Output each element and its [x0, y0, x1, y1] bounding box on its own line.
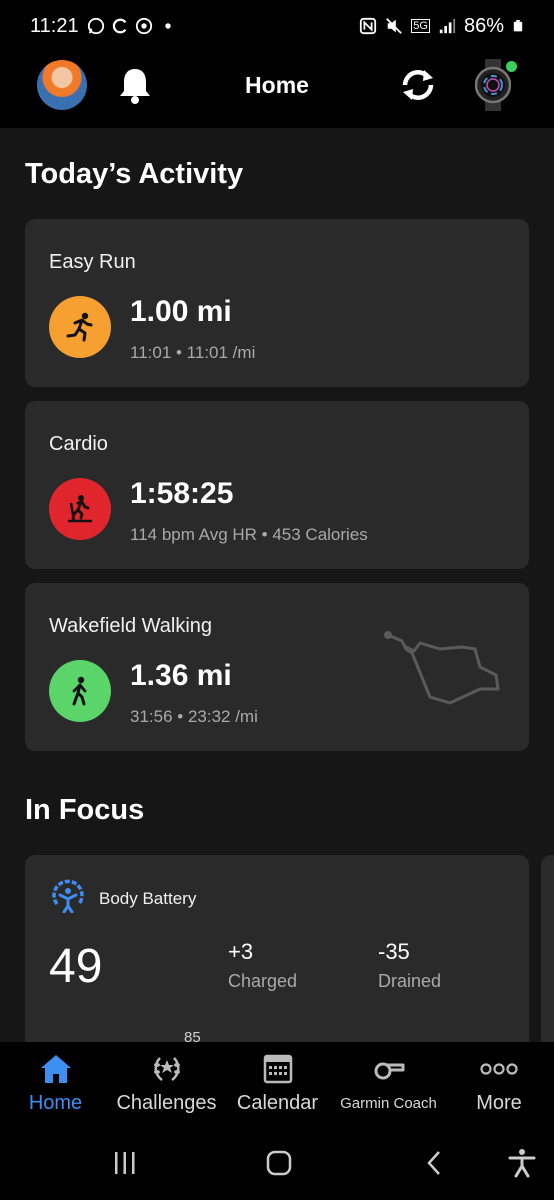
nav-challenges[interactable]: Challenges [111, 1042, 222, 1130]
connection-status-dot [506, 61, 517, 72]
status-notification-icons [87, 17, 177, 35]
whistle-icon [374, 1062, 404, 1080]
home-icon [40, 1055, 71, 1083]
more-icon [480, 1063, 518, 1075]
drained-label: Drained [378, 971, 442, 991]
nfc-icon [360, 17, 377, 35]
mute-icon [386, 18, 403, 34]
activity-distance: 1.36 mi [130, 659, 232, 692]
activity-name: Cardio [49, 433, 108, 455]
drained-value: -35 [378, 939, 410, 964]
running-icon [49, 296, 111, 358]
activity-card[interactable]: Cardio 1:58:25 114 bpm Avg HR • 453 Calo… [25, 401, 529, 569]
nav-calendar[interactable]: Calendar [222, 1042, 333, 1130]
app-header: Home [0, 52, 554, 128]
activity-details: 114 bpm Avg HR • 453 Calories [130, 525, 368, 544]
network-type: 5G [411, 19, 430, 33]
activity-duration: 1:58:25 [130, 477, 234, 510]
activity-name: Wakefield Walking [49, 615, 213, 637]
body-battery-peak: 85 [184, 1029, 201, 1042]
activity-card[interactable]: Wakefield Walking 1.36 mi 31:56 • 23:32 … [25, 583, 529, 751]
nav-more[interactable]: More [444, 1042, 554, 1130]
activity-details: 31:56 • 23:32 /mi [130, 707, 258, 726]
sync-icon[interactable] [397, 65, 439, 105]
whatsapp-icon [87, 17, 104, 35]
dot-icon [164, 23, 171, 29]
accessibility-icon[interactable] [507, 1148, 537, 1178]
nav-label: More [476, 1092, 522, 1114]
activity-name: Easy Run [49, 251, 136, 273]
activity-details: 11:01 • 11:01 /mi [130, 343, 256, 362]
nav-label: Home [28, 1092, 83, 1114]
next-focus-card[interactable] [541, 855, 554, 1042]
charged-value: +3 [228, 939, 254, 964]
chrome-icon [135, 17, 152, 35]
signal-icon [439, 18, 456, 34]
sync-status-icon [112, 18, 126, 34]
body-battery-value: 49 [49, 940, 103, 993]
body-battery-title: Body Battery [99, 889, 197, 908]
nav-label: Challenges [116, 1092, 217, 1114]
battery-percent: 86% [463, 14, 504, 37]
charged-label: Charged [228, 971, 298, 991]
section-title-today: Today’s Activity [25, 158, 244, 190]
laurel-icon [153, 1057, 180, 1081]
home-content[interactable]: Today’s Activity Easy Run 1.00 mi 11:01 … [0, 128, 554, 1042]
battery-icon [513, 20, 523, 32]
treadmill-icon [49, 478, 111, 540]
nav-label: Garmin Coach [340, 1095, 437, 1112]
recents-icon[interactable] [110, 1148, 140, 1178]
body-battery-card[interactable]: Body Battery 49 +3 Charged -35 Drained 8… [25, 855, 529, 1042]
calendar-icon [263, 1054, 292, 1084]
nav-garmin-coach[interactable]: Garmin Coach [333, 1042, 444, 1130]
page-title: Home [245, 72, 309, 98]
bottom-nav: Home Challenges Calendar Garmin Coach Mo… [0, 1042, 554, 1130]
activity-distance: 1.00 mi [130, 295, 232, 328]
status-time: 11:21 [30, 14, 79, 37]
nav-home[interactable]: Home [0, 1042, 111, 1130]
status-bar: 11:21 5G 86% [0, 0, 554, 52]
section-title-focus: In Focus [25, 794, 145, 826]
body-battery-icon [52, 879, 84, 913]
nav-label: Calendar [236, 1092, 319, 1114]
back-icon[interactable] [420, 1148, 450, 1178]
status-system-icons: 5G 86% [359, 15, 524, 38]
walking-icon [49, 660, 111, 722]
system-nav [0, 1130, 554, 1200]
route-map [384, 631, 500, 705]
activity-card[interactable]: Easy Run 1.00 mi 11:01 • 11:01 /mi [25, 219, 529, 387]
home-button-icon[interactable] [264, 1148, 294, 1178]
